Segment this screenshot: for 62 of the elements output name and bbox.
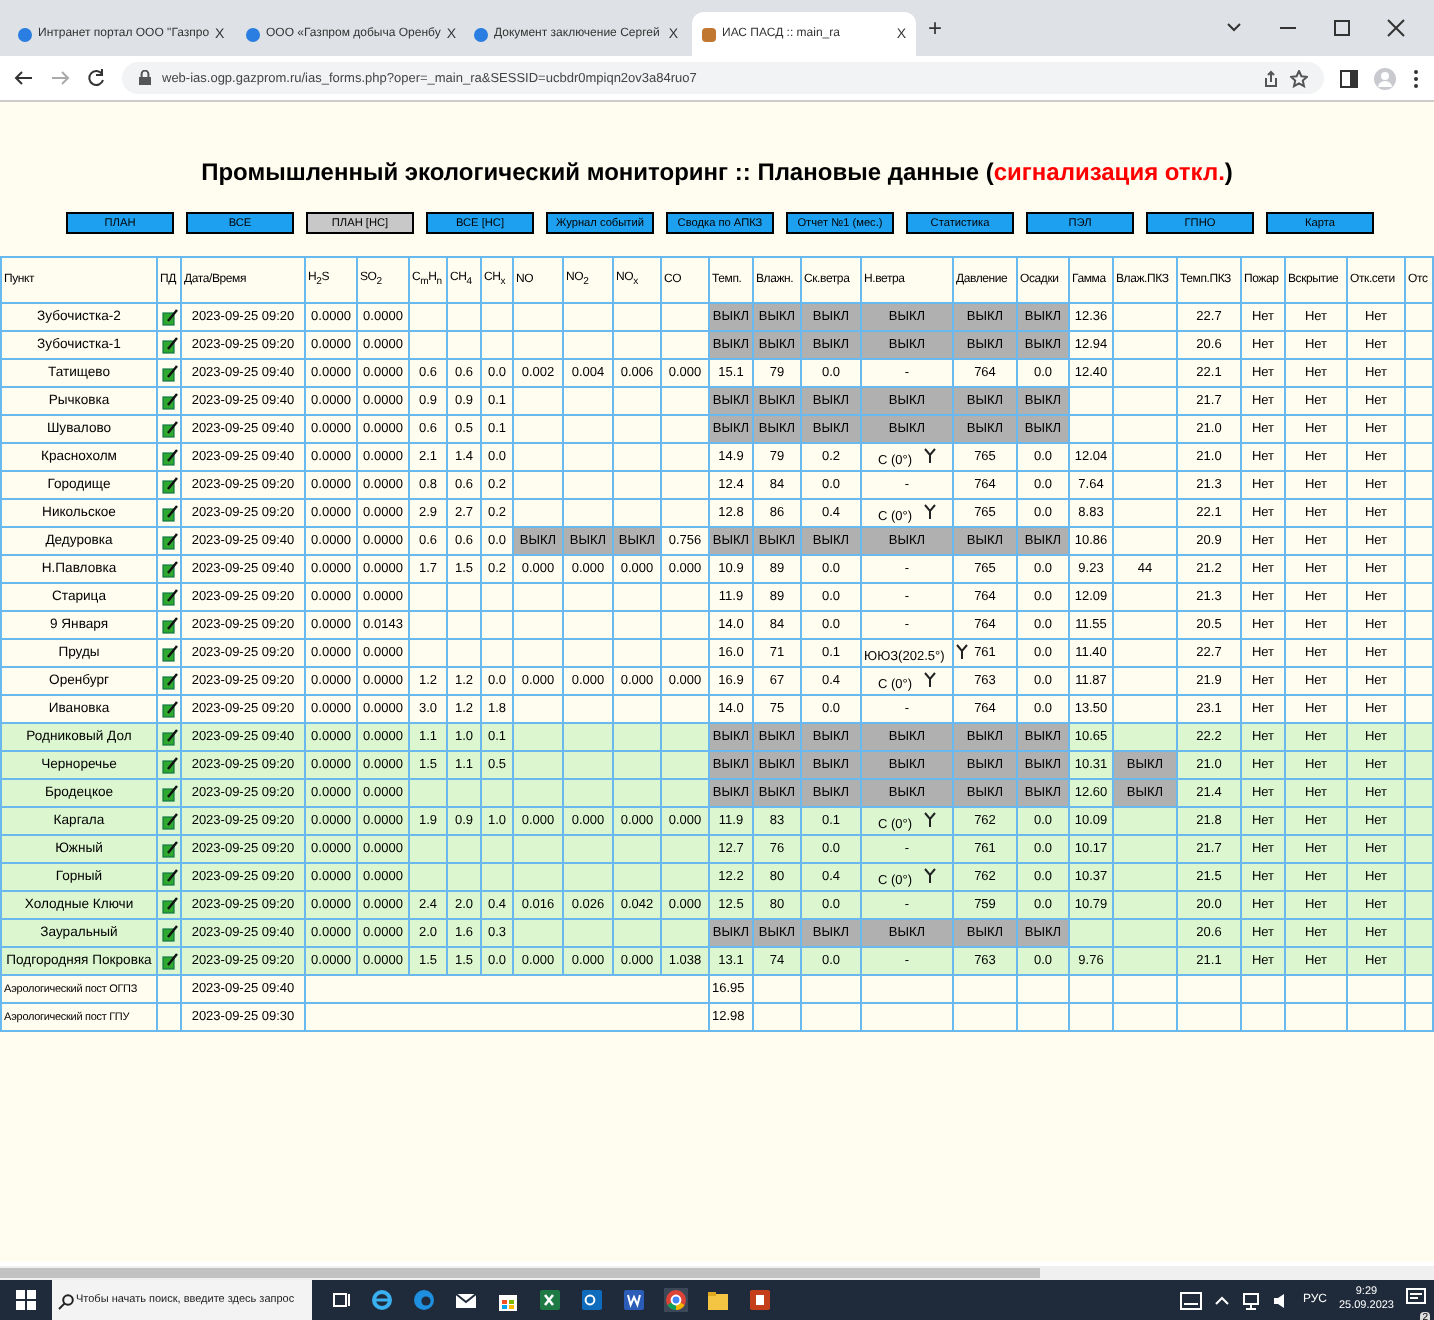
folder-icon[interactable] — [706, 1288, 730, 1312]
internet-explorer-icon[interactable] — [370, 1288, 394, 1312]
edit-icon[interactable] — [161, 756, 177, 774]
close-icon[interactable] — [1386, 18, 1406, 38]
chevron-up-icon[interactable] — [1214, 1294, 1231, 1306]
edit-icon[interactable] — [161, 616, 177, 634]
wind-arrow-icon — [924, 867, 937, 883]
edit-icon[interactable] — [161, 840, 177, 858]
edit-icon[interactable] — [161, 672, 177, 690]
star-icon[interactable] — [1290, 69, 1308, 87]
edit-icon[interactable] — [161, 700, 177, 718]
wind-arrow-icon — [924, 671, 937, 687]
edge-icon[interactable] — [412, 1288, 436, 1312]
reload-icon[interactable] — [86, 68, 106, 88]
sidebar-icon[interactable] — [1340, 69, 1358, 87]
share-icon[interactable] — [1262, 69, 1280, 87]
back-arrow-icon[interactable] — [14, 68, 34, 88]
mail-icon[interactable] — [454, 1288, 478, 1312]
edit-icon[interactable] — [161, 532, 177, 550]
lock-icon — [138, 70, 152, 86]
task-view-icon[interactable] — [332, 1290, 352, 1310]
edit-icon[interactable] — [161, 588, 177, 606]
site-icon — [702, 27, 716, 41]
new-tab-button[interactable]: + — [928, 14, 943, 42]
edit-icon[interactable] — [161, 560, 177, 578]
spreadsheet-icon[interactable] — [538, 1288, 562, 1312]
edit-icon[interactable] — [161, 924, 177, 942]
edit-icon[interactable] — [161, 644, 177, 662]
edit-icon[interactable] — [161, 784, 177, 802]
mail-client-icon[interactable] — [580, 1288, 604, 1312]
wind-arrow-icon — [924, 503, 937, 519]
edit-icon[interactable] — [161, 728, 177, 746]
windows-logo-icon[interactable] — [16, 1290, 36, 1310]
network-icon[interactable] — [1242, 1291, 1261, 1309]
site-icon — [474, 27, 488, 41]
document-icon[interactable] — [622, 1288, 646, 1312]
edit-icon[interactable] — [161, 364, 177, 382]
edit-icon[interactable] — [161, 504, 177, 522]
menu-icon[interactable] — [1412, 67, 1420, 89]
page-title: Промышленный экологический мониторинг :: Плановые данные (сигнализация откл.) — [199, 158, 1235, 186]
notification-icon[interactable] — [1406, 1288, 1426, 1308]
site-icon — [18, 27, 32, 41]
chrome-icon[interactable] — [664, 1288, 688, 1312]
wind-arrow-icon — [956, 643, 969, 659]
edit-icon[interactable] — [161, 308, 177, 326]
edit-icon[interactable] — [161, 868, 177, 886]
search-icon — [58, 1294, 74, 1310]
wind-arrow-icon — [924, 447, 937, 463]
presentation-icon[interactable] — [748, 1288, 772, 1312]
edit-icon[interactable] — [161, 952, 177, 970]
edit-icon[interactable] — [161, 476, 177, 494]
edit-icon[interactable] — [161, 448, 177, 466]
edit-icon[interactable] — [161, 896, 177, 914]
site-icon — [246, 27, 260, 41]
edit-icon[interactable] — [161, 392, 177, 410]
keyboard-icon[interactable] — [1180, 1291, 1203, 1309]
edit-icon[interactable] — [161, 812, 177, 830]
edit-icon[interactable] — [161, 336, 177, 354]
scrollbar-thumb[interactable] — [0, 1268, 1040, 1278]
maximize-icon[interactable] — [1332, 18, 1352, 38]
edit-icon[interactable] — [161, 420, 177, 438]
wind-arrow-icon — [924, 811, 937, 827]
